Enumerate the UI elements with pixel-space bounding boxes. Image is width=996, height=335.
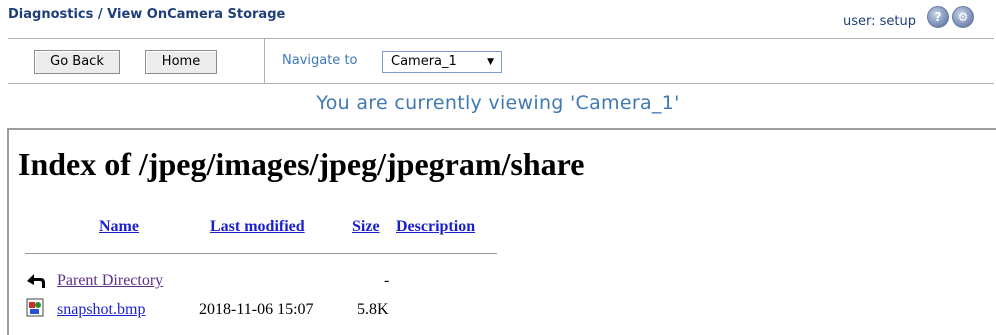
camera-select[interactable]: Camera_1 ▼ (382, 51, 502, 73)
viewing-banner: You are currently viewing 'Camera_1' (316, 92, 680, 114)
settings-icon[interactable]: ⚙ (952, 6, 974, 28)
home-button[interactable]: Home (145, 50, 217, 74)
dropdown-arrow-icon: ▼ (487, 57, 494, 67)
toolbar-divider (264, 39, 265, 83)
back-arrow-icon (27, 274, 45, 288)
snapshot-last-modified: 2018-11-06 15:07 (199, 301, 314, 318)
snapshot-size: 5.8K (357, 301, 389, 318)
navigation-bar: Go Back Home Navigate to Camera_1 ▼ (8, 38, 994, 84)
image-file-icon (26, 298, 44, 317)
index-title: Index of /jpeg/images/jpeg/jpegram/share (18, 146, 585, 182)
column-header-name[interactable]: Name (99, 218, 139, 236)
parent-directory-link[interactable]: Parent Directory (57, 272, 163, 290)
parent-directory-size: - (384, 272, 390, 289)
snapshot-file-link[interactable]: snapshot.bmp (57, 301, 145, 319)
navigate-to-label: Navigate to (282, 53, 358, 68)
column-header-description[interactable]: Description (396, 218, 475, 236)
camera-select-value: Camera_1 (391, 54, 457, 69)
column-header-last-modified[interactable]: Last modified (210, 218, 305, 236)
column-header-size[interactable]: Size (352, 218, 380, 236)
page-title: Diagnostics / View OnCamera Storage (8, 7, 286, 22)
user-label: user: setup (843, 14, 916, 29)
go-back-button[interactable]: Go Back (34, 50, 120, 74)
help-icon[interactable]: ? (927, 6, 949, 28)
header-rule (25, 253, 497, 254)
